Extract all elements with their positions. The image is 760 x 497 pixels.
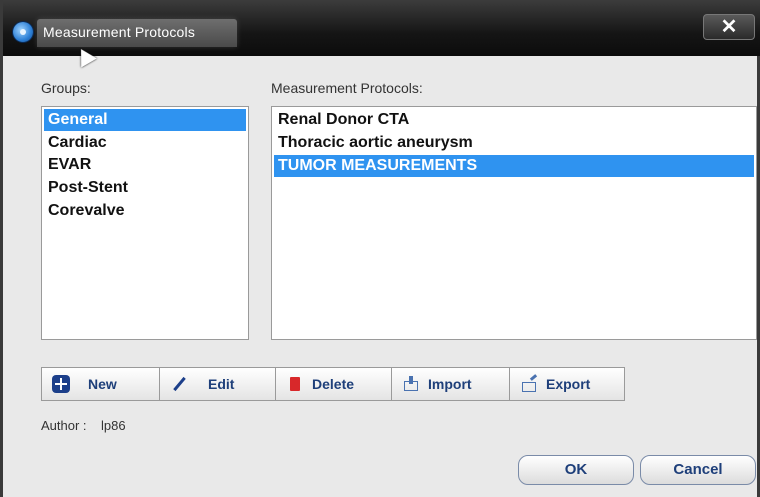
edit-button[interactable]: Edit xyxy=(159,367,275,401)
window-title: Measurement Protocols xyxy=(43,24,196,40)
protocol-item-renal-donor-cta[interactable]: Renal Donor CTA xyxy=(274,109,754,131)
author-label: Author : xyxy=(41,418,87,433)
protocol-item-thoracic-aortic-aneurysm[interactable]: Thoracic aortic aneurysm xyxy=(274,132,754,154)
new-label: New xyxy=(88,376,117,392)
group-item-evar[interactable]: EVAR xyxy=(44,154,246,176)
protocol-item-tumor-measurements[interactable]: TUMOR MEASUREMENTS xyxy=(274,155,754,177)
import-icon xyxy=(402,375,420,393)
plus-icon xyxy=(52,375,70,393)
export-icon xyxy=(520,375,538,393)
protocols-label: Measurement Protocols: xyxy=(271,80,423,96)
groups-listbox[interactable]: General Cardiac EVAR Post-Stent Corevalv… xyxy=(41,106,249,340)
group-item-corevalve[interactable]: Corevalve xyxy=(44,200,246,222)
protocols-listbox[interactable]: Renal Donor CTA Thoracic aortic aneurysm… xyxy=(271,106,757,340)
group-item-general[interactable]: General xyxy=(44,109,246,131)
edit-label: Edit xyxy=(208,376,235,392)
groups-label: Groups: xyxy=(41,80,91,96)
new-button[interactable]: New xyxy=(41,367,159,401)
ok-button[interactable]: OK xyxy=(518,455,634,485)
close-button[interactable]: ✕ xyxy=(703,14,755,40)
measurement-protocols-dialog: Measurement Protocols ✕ Groups: General … xyxy=(0,0,760,497)
cancel-button[interactable]: Cancel xyxy=(640,455,756,485)
protocol-toolbar: New Edit Delete Import Export xyxy=(41,367,625,401)
import-button[interactable]: Import xyxy=(391,367,509,401)
import-label: Import xyxy=(428,376,472,392)
pencil-icon xyxy=(170,375,188,393)
trash-icon xyxy=(286,375,304,393)
export-button[interactable]: Export xyxy=(509,367,625,401)
author-value: lp86 xyxy=(101,418,126,433)
delete-button[interactable]: Delete xyxy=(275,367,391,401)
export-label: Export xyxy=(546,376,591,392)
title-bar[interactable]: Measurement Protocols ✕ xyxy=(3,0,760,56)
delete-label: Delete xyxy=(312,376,355,392)
app-globe-icon xyxy=(13,22,33,42)
group-item-cardiac[interactable]: Cardiac xyxy=(44,132,246,154)
group-item-post-stent[interactable]: Post-Stent xyxy=(44,177,246,199)
